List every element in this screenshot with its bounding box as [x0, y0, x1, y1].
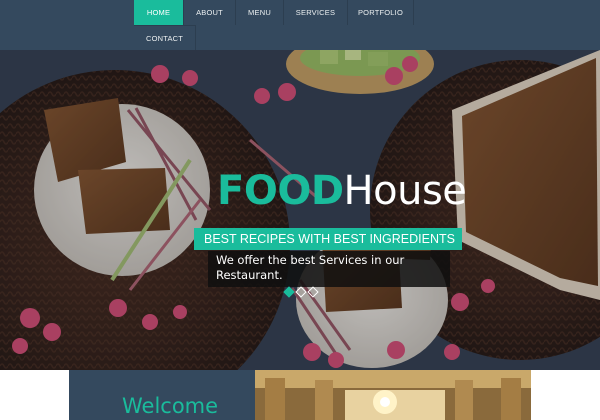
- nav-item-menu[interactable]: MENU: [236, 0, 284, 25]
- nav-item-contact[interactable]: CONTACT: [134, 25, 196, 50]
- restaurant-interior-image: [255, 370, 531, 420]
- chandelier-photo: [255, 370, 531, 420]
- hero-description: We offer the best Services in our Restau…: [208, 251, 450, 287]
- hero-title-house: House: [343, 168, 467, 214]
- top-navigation: HOME ABOUT MENU SERVICES PORTFOLIO CONTA…: [0, 0, 600, 50]
- hero-title-food: FOOD: [217, 168, 344, 214]
- hero-tagline: BEST RECIPES WITH BEST INGREDIENTS: [194, 228, 462, 250]
- nav-item-portfolio[interactable]: PORTFOLIO: [348, 0, 414, 25]
- hero-title: FOODHouse: [217, 168, 467, 214]
- nav-item-about[interactable]: ABOUT: [184, 0, 236, 25]
- hero-slider: FOODHouse BEST RECIPES WITH BEST INGREDI…: [0, 50, 600, 370]
- welcome-title: Welcome: [122, 394, 219, 418]
- nav-item-services[interactable]: SERVICES: [284, 0, 348, 25]
- nav-item-home[interactable]: HOME: [134, 0, 184, 25]
